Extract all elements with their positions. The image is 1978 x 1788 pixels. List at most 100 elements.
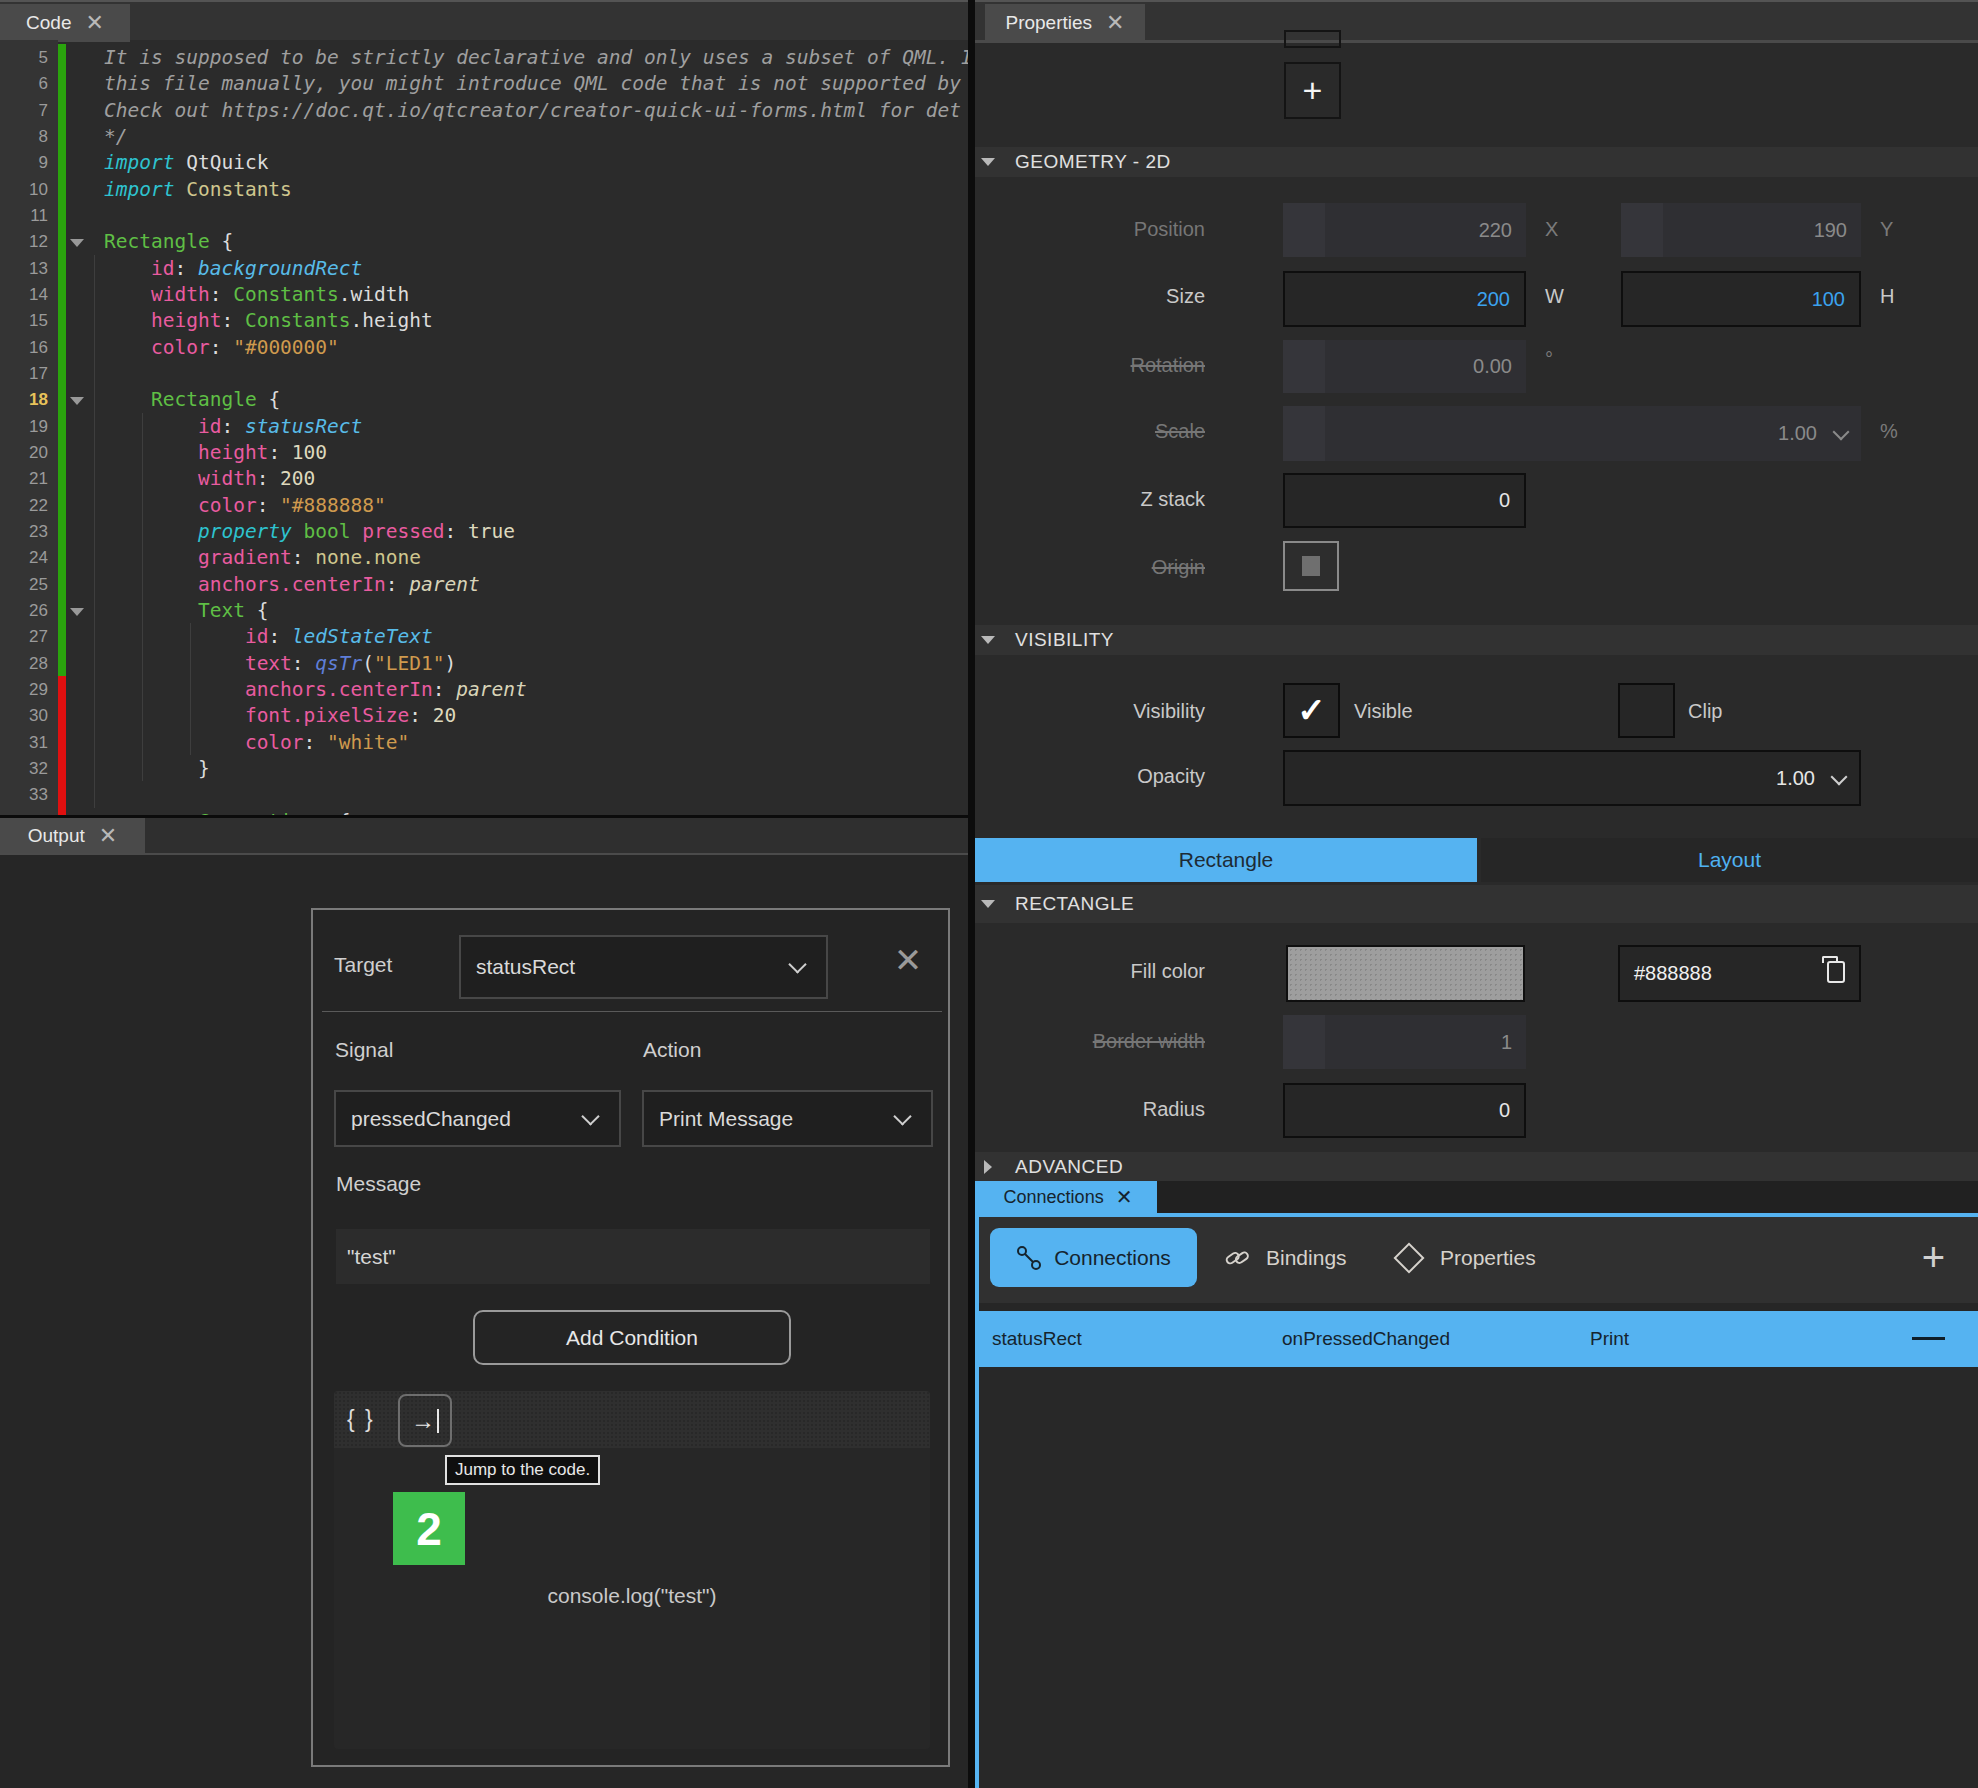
partial-control xyxy=(1284,30,1341,48)
signal-dropdown[interactable]: pressedChanged xyxy=(334,1090,621,1147)
code-text: Rectangle { xyxy=(104,228,233,255)
tab-code[interactable]: Code ✕ xyxy=(0,4,130,42)
section-advanced[interactable]: ADVANCED xyxy=(975,1152,1978,1181)
tab-code-label: Code xyxy=(26,12,71,34)
code-text: height: 100 xyxy=(104,439,327,466)
code-line[interactable]: 12Rectangle { xyxy=(0,228,968,255)
properties-view-button[interactable]: Properties xyxy=(1398,1228,1536,1287)
target-dropdown[interactable]: statusRect xyxy=(459,935,828,999)
code-line[interactable]: 21 width: 200 xyxy=(0,465,968,492)
opacity-input[interactable]: 1.00 xyxy=(1283,750,1861,806)
remove-connection-icon[interactable] xyxy=(1912,1337,1945,1340)
connection-row[interactable]: statusRect onPressedChanged Print xyxy=(975,1311,1978,1367)
tab-connections-label: Connections xyxy=(1004,1187,1104,1208)
code-line[interactable]: 13 id: backgroundRect xyxy=(0,255,968,282)
code-line[interactable]: 34 Connections { xyxy=(0,808,968,815)
section-geometry-2d[interactable]: GEOMETRY - 2D xyxy=(975,147,1978,177)
collapse-triangle-icon xyxy=(984,1160,992,1174)
fill-color-swatch[interactable] xyxy=(1286,945,1525,1002)
code-line[interactable]: 22 color: "#888888" xyxy=(0,492,968,519)
code-line[interactable]: 31 color: "white" xyxy=(0,729,968,756)
bindings-icon xyxy=(1222,1243,1252,1273)
code-line[interactable]: 6this file manually, you might introduce… xyxy=(0,70,968,97)
zstack-label: Z stack xyxy=(975,488,1205,511)
size-height-input[interactable]: 100 xyxy=(1621,271,1861,327)
border-width-label: Border width xyxy=(975,1030,1205,1053)
fold-arrow-icon[interactable] xyxy=(70,239,84,247)
code-line[interactable]: 26 Text { xyxy=(0,597,968,624)
code-line[interactable]: 14 width: Constants.width xyxy=(0,281,968,308)
jump-to-code-button[interactable]: → xyxy=(398,1394,452,1447)
close-icon[interactable]: ✕ xyxy=(1106,12,1124,34)
code-lines[interactable]: 5It is supposed to be strictly declarati… xyxy=(0,40,968,815)
collapse-triangle-icon xyxy=(981,158,995,166)
code-line[interactable]: 28 text: qsTr("LED1") xyxy=(0,650,968,677)
code-line[interactable]: 7Check out https://doc.qt.io/qtcreator/c… xyxy=(0,97,968,124)
code-line[interactable]: 32 } xyxy=(0,755,968,782)
zstack-input[interactable]: 0 xyxy=(1283,473,1526,528)
line-number: 30 xyxy=(0,702,48,729)
code-line[interactable]: 33 xyxy=(0,781,968,808)
border-width-value: 1 xyxy=(1501,1015,1512,1069)
close-icon[interactable]: ✕ xyxy=(99,825,117,847)
add-condition-button[interactable]: Add Condition xyxy=(473,1310,791,1365)
dialog-code-line[interactable]: console.log("test") xyxy=(334,1584,930,1608)
message-input[interactable]: "test" xyxy=(336,1229,930,1284)
code-line[interactable]: 11 xyxy=(0,202,968,229)
code-line[interactable]: 18 Rectangle { xyxy=(0,386,968,413)
code-line[interactable]: 8*/ xyxy=(0,123,968,150)
code-line[interactable]: 20 height: 100 xyxy=(0,439,968,466)
zstack-value: 0 xyxy=(1499,475,1510,526)
close-icon[interactable]: ✕ xyxy=(85,12,103,34)
curly-braces-icon[interactable]: { } xyxy=(347,1391,375,1448)
code-line[interactable]: 23 property bool pressed: true xyxy=(0,518,968,545)
close-icon[interactable]: ✕ xyxy=(1116,1185,1133,1209)
fold-arrow-icon[interactable] xyxy=(70,397,84,405)
code-line[interactable]: 5It is supposed to be strictly declarati… xyxy=(0,44,968,71)
chevron-down-icon xyxy=(788,955,806,973)
tab-output[interactable]: Output ✕ xyxy=(0,818,145,853)
arrow-icon: → xyxy=(411,1407,435,1435)
code-line[interactable]: 29 anchors.centerIn: parent xyxy=(0,676,968,703)
fold-arrow-icon[interactable] xyxy=(70,608,84,616)
code-line[interactable]: 27 id: ledStateText xyxy=(0,623,968,650)
add-state-button[interactable]: + xyxy=(1284,62,1341,119)
fill-color-hex-value: #888888 xyxy=(1634,947,1712,1000)
tab-layout[interactable]: Layout xyxy=(1481,838,1978,882)
clip-checkbox[interactable] xyxy=(1618,683,1675,738)
copy-icon[interactable] xyxy=(1827,961,1845,983)
output-tabbar: Output ✕ xyxy=(0,815,968,855)
code-line[interactable]: 17 xyxy=(0,360,968,387)
connections-view-button[interactable]: Connections xyxy=(990,1228,1197,1287)
connections-panel: Connections ✕ Connections Bindings Prope… xyxy=(975,1181,1978,1788)
action-dropdown[interactable]: Print Message xyxy=(642,1090,933,1147)
close-icon[interactable]: ✕ xyxy=(886,938,930,982)
code-line[interactable]: 19 id: statusRect xyxy=(0,413,968,440)
code-line[interactable]: 10import Constants xyxy=(0,176,968,203)
fill-color-hex-input[interactable]: #888888 xyxy=(1618,945,1861,1002)
tab-rectangle[interactable]: Rectangle xyxy=(975,838,1477,882)
accent-line xyxy=(975,1181,979,1788)
code-line[interactable]: 24 gradient: none.none xyxy=(0,544,968,571)
tab-connections[interactable]: Connections ✕ xyxy=(979,1181,1157,1213)
code-line[interactable]: 15 height: Constants.height xyxy=(0,307,968,334)
visible-checkbox[interactable]: ✓ xyxy=(1283,683,1340,738)
tab-properties-label: Properties xyxy=(1005,12,1092,34)
add-connection-button[interactable]: + xyxy=(1922,1228,1945,1287)
code-tabbar: Code ✕ xyxy=(0,0,968,40)
line-number: 23 xyxy=(0,518,48,545)
section-rectangle[interactable]: RECTANGLE xyxy=(975,885,1978,923)
code-text: color: "#888888" xyxy=(104,492,386,519)
origin-button[interactable] xyxy=(1283,541,1339,591)
code-line[interactable]: 30 font.pixelSize: 20 xyxy=(0,702,968,729)
tab-properties[interactable]: Properties ✕ xyxy=(985,4,1145,42)
panel-divider[interactable] xyxy=(968,0,975,1788)
radius-input[interactable]: 0 xyxy=(1283,1083,1526,1138)
size-width-input[interactable]: 200 xyxy=(1283,271,1526,327)
code-line[interactable]: 25 anchors.centerIn: parent xyxy=(0,571,968,598)
section-visibility[interactable]: VISIBILITY xyxy=(975,625,1978,655)
bindings-view-button[interactable]: Bindings xyxy=(1222,1228,1347,1287)
code-line[interactable]: 9import QtQuick xyxy=(0,149,968,176)
code-text: font.pixelSize: 20 xyxy=(104,702,456,729)
code-line[interactable]: 16 color: "#000000" xyxy=(0,334,968,361)
